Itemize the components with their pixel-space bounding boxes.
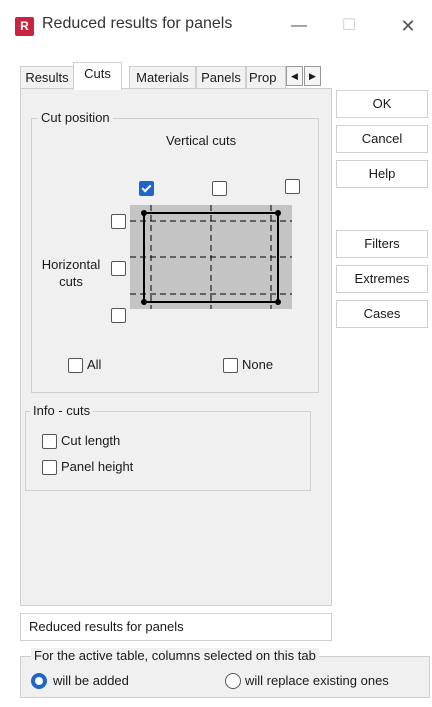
corner-node [275, 210, 281, 216]
app-icon: R [15, 17, 34, 36]
corner-node [141, 299, 147, 305]
maximize-button[interactable]: ☐ [334, 12, 364, 40]
info-cuts-legend: Info - cuts [30, 403, 94, 418]
horizontal-cut-bottom-checkbox[interactable] [111, 308, 126, 323]
will-be-added-radio[interactable] [31, 673, 47, 689]
cancel-button[interactable]: Cancel [336, 125, 428, 153]
tab-scroll-left-icon[interactable]: ◀ [286, 66, 303, 86]
tab-results[interactable]: Results [20, 66, 74, 89]
all-checkbox[interactable] [68, 358, 83, 373]
cases-button[interactable]: Cases [336, 300, 428, 328]
will-be-added-label: will be added [53, 673, 129, 688]
tab-strip: Results Cuts Materials Panels Prop ◀ ▶ [20, 62, 321, 90]
all-label: All [87, 357, 102, 372]
will-replace-radio[interactable] [225, 673, 241, 689]
title-bar: R Reduced results for panels — ☐ ✕ [0, 0, 432, 50]
filters-button[interactable]: Filters [336, 230, 428, 258]
cut-length-checkbox[interactable] [42, 434, 57, 449]
table-name-field[interactable]: Reduced results for panels [20, 613, 332, 641]
none-checkbox[interactable] [223, 358, 238, 373]
vertical-cut-middle-checkbox[interactable] [212, 181, 227, 196]
corner-node [141, 210, 147, 216]
horizontal-cut-top-checkbox[interactable] [111, 214, 126, 229]
close-button[interactable]: ✕ [393, 12, 423, 40]
vertical-cut-right-checkbox[interactable] [285, 179, 300, 194]
tab-materials[interactable]: Materials [129, 66, 196, 89]
vertical-cuts-label: Vertical cuts [166, 133, 237, 148]
vertical-cut-left-checkbox[interactable] [139, 181, 154, 196]
horizontal-cut-middle-checkbox[interactable] [111, 261, 126, 276]
columns-mode-group: For the active table, columns selected o… [20, 648, 430, 698]
cuts-tab-panel: Cut position Vertical cuts Horizontal cu… [20, 88, 332, 606]
horizontal-cuts-label: Horizontal cuts [41, 257, 101, 289]
panel-height-checkbox[interactable] [42, 460, 57, 475]
tab-scroll-right-icon[interactable]: ▶ [304, 66, 321, 86]
none-label: None [242, 357, 274, 372]
tab-cuts[interactable]: Cuts [73, 62, 122, 90]
cut-length-label: Cut length [61, 433, 121, 448]
help-button[interactable]: Help [336, 160, 428, 188]
panel-height-label: Panel height [61, 459, 134, 474]
info-cuts-group: Info - cuts Cut length Panel height [25, 403, 311, 491]
tab-panels[interactable]: Panels [196, 66, 246, 89]
tab-prop[interactable]: Prop [246, 66, 286, 89]
corner-node [275, 299, 281, 305]
cut-position-legend: Cut position [38, 110, 113, 125]
cut-position-group: Cut position Vertical cuts Horizontal cu… [31, 110, 319, 393]
cut-diagram [130, 205, 292, 309]
ok-button[interactable]: OK [336, 90, 428, 118]
window-title: Reduced results for panels [42, 15, 233, 32]
columns-mode-legend: For the active table, columns selected o… [31, 648, 319, 663]
extremes-button[interactable]: Extremes [336, 265, 428, 293]
will-replace-label: will replace existing ones [245, 673, 389, 688]
minimize-button[interactable]: — [284, 12, 314, 40]
